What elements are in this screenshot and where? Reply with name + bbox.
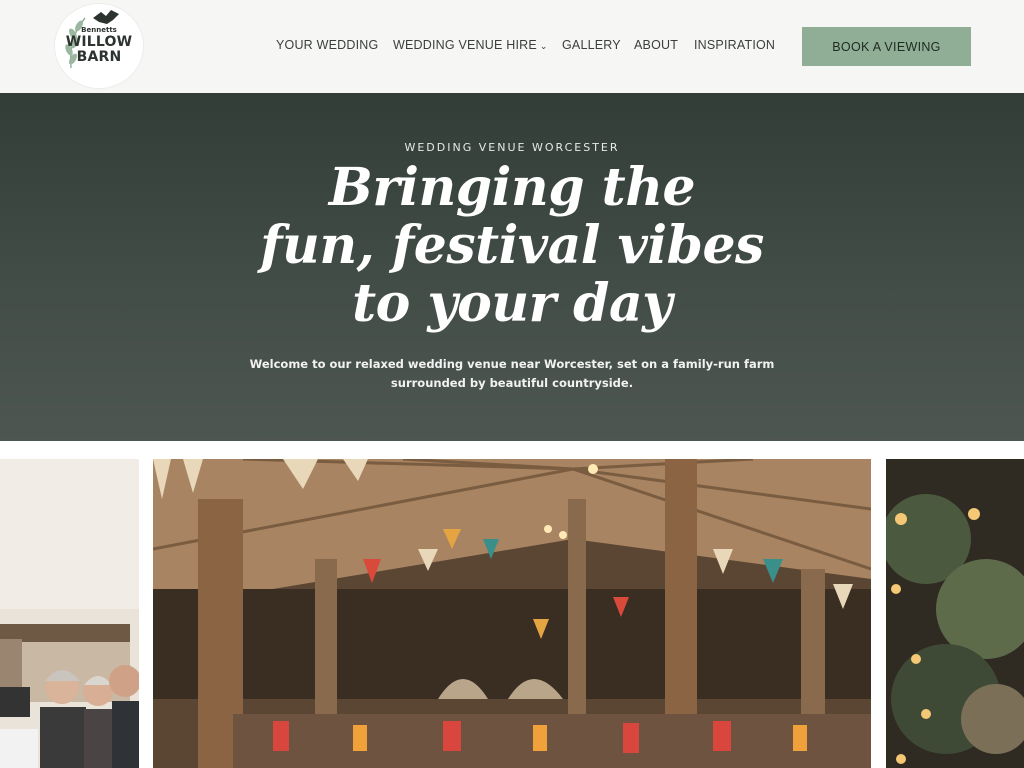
photo-gallery-strip	[0, 459, 1024, 768]
willow-barn-logo[interactable]: Bennetts WILLOW BARN	[55, 4, 143, 88]
headline-line-3: to your day	[352, 273, 672, 334]
nav-your-wedding[interactable]: YOUR WEDDING	[276, 38, 378, 52]
hero-section: WEDDING VENUE WORCESTER Bringing the fun…	[0, 93, 1024, 441]
chevron-down-icon: ⌄	[539, 41, 548, 51]
gallery-photo-guests[interactable]	[0, 459, 139, 768]
nav-gallery[interactable]: GALLERY	[562, 38, 621, 52]
hero-eyebrow: WEDDING VENUE WORCESTER	[404, 141, 620, 154]
headline-line-1: Bringing the	[328, 157, 696, 218]
intro-line-2: surrounded by beautiful countryside.	[390, 376, 634, 390]
bird-icon	[93, 10, 119, 24]
nav-inspiration[interactable]: INSPIRATION	[694, 38, 775, 52]
intro-line-1: Welcome to our relaxed wedding venue nea…	[249, 357, 775, 371]
yurt-interior-image	[153, 459, 871, 768]
logo-line-1: WILLOW	[65, 34, 133, 50]
nav-wedding-venue-hire[interactable]: WEDDING VENUE HIRE ⌄	[393, 38, 548, 52]
site-header: Bennetts WILLOW BARN YOUR WEDDING WEDDIN…	[0, 0, 1024, 93]
gallery-photo-yurt[interactable]	[153, 459, 871, 768]
hero-headline: Bringing the fun, festival vibes to your…	[212, 159, 812, 333]
logo-line-2: BARN	[76, 49, 122, 65]
guests-image	[0, 459, 139, 768]
book-a-viewing-button[interactable]: BOOK A VIEWING	[802, 27, 971, 66]
logo-small-text: Bennetts	[81, 26, 117, 34]
gallery-photo-foliage[interactable]	[886, 459, 1024, 768]
nav-wedding-venue-hire-label: WEDDING VENUE HIRE	[393, 38, 537, 52]
logo-main-text: WILLOW BARN	[55, 35, 143, 65]
foliage-image	[886, 459, 1024, 768]
hero-intro: Welcome to our relaxed wedding venue nea…	[212, 355, 812, 393]
nav-about[interactable]: ABOUT	[634, 38, 678, 52]
headline-line-2: fun, festival vibes	[260, 215, 764, 276]
